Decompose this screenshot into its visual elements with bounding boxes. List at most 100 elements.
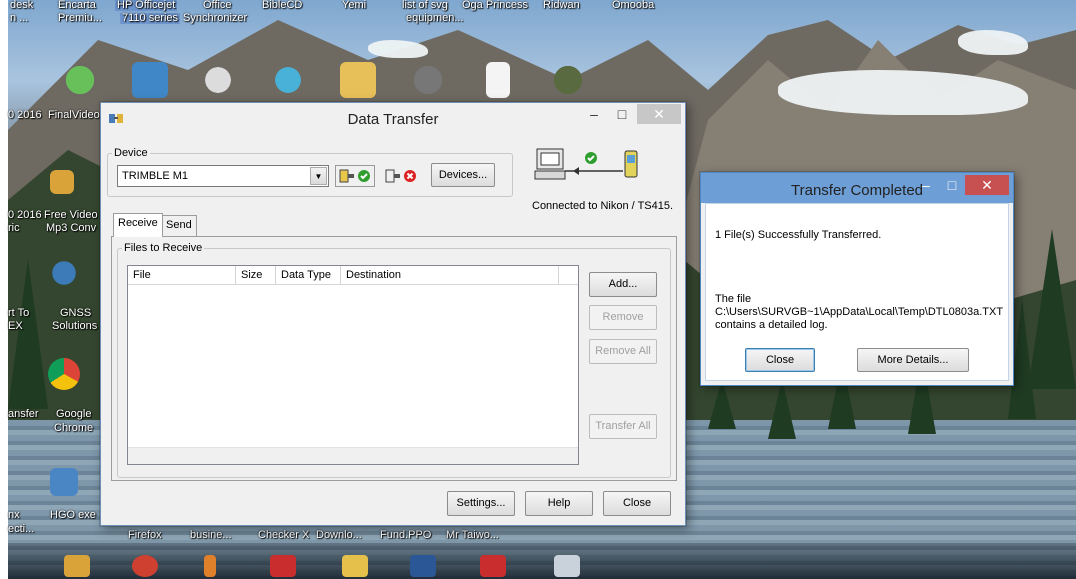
taskbar[interactable] bbox=[8, 543, 1076, 579]
desktop-icon-app[interactable] bbox=[118, 62, 182, 101]
desktop-icon-gnss[interactable] bbox=[44, 258, 84, 291]
desktop-label-yemi[interactable]: Yemi bbox=[342, 0, 366, 11]
data-transfer-titlebar[interactable]: Data Transfer – □ ✕ bbox=[101, 103, 685, 135]
desktop-label-desk[interactable]: desk bbox=[10, 0, 33, 11]
column-file[interactable]: File bbox=[128, 266, 236, 285]
desktop-label-finalvideo[interactable]: FinalVideo bbox=[48, 110, 100, 121]
desktop-label-mr-taiwo[interactable]: Mr Taiwo... bbox=[446, 530, 499, 541]
desktop-label-equipmen[interactable]: equipmen... bbox=[406, 13, 463, 24]
desktop-icon-chrome[interactable] bbox=[44, 358, 84, 393]
transfer-completed-dialog[interactable]: Transfer Completed – □ ✕ 1 File(s) Succe… bbox=[700, 172, 1014, 386]
desktop-label-omooba[interactable]: Omooba bbox=[612, 0, 654, 11]
files-list[interactable]: File Size Data Type Destination bbox=[127, 265, 579, 465]
chrome-icon bbox=[48, 358, 80, 390]
desktop-label-list-of-svg[interactable]: list of svg bbox=[402, 0, 448, 11]
files-list-scrollbar[interactable] bbox=[128, 447, 578, 464]
desktop-label-free-video[interactable]: Free Video bbox=[44, 210, 98, 221]
desktop-label-mp3-conv[interactable]: Mp3 Conv bbox=[46, 223, 96, 234]
desktop-icon-globe[interactable] bbox=[536, 62, 600, 101]
tab-send[interactable]: Send bbox=[161, 215, 197, 237]
add-button[interactable]: Add... bbox=[589, 272, 657, 297]
connection-status-text: Connected to Nikon / TS415. bbox=[532, 200, 674, 212]
close-button[interactable]: Close bbox=[603, 491, 671, 516]
transfer-completed-titlebar[interactable]: Transfer Completed – □ ✕ bbox=[701, 173, 1013, 203]
desktop-label-7110-series[interactable]: 7110 series bbox=[120, 13, 181, 24]
column-size[interactable]: Size bbox=[236, 266, 276, 285]
desktop-label-synchronizer[interactable]: Synchronizer bbox=[183, 13, 247, 24]
remove-button[interactable]: Remove bbox=[589, 305, 657, 330]
maximize-button[interactable]: □ bbox=[939, 175, 965, 195]
chevron-down-icon[interactable]: ▼ bbox=[310, 167, 327, 185]
desktop-label-google[interactable]: Google bbox=[56, 409, 91, 420]
tree bbox=[8, 259, 48, 409]
desktop-icon-refresh[interactable] bbox=[186, 62, 250, 101]
log-text-line1: The file bbox=[715, 293, 752, 305]
desktop-icon-folder[interactable] bbox=[326, 62, 390, 101]
desktop-label-premiu[interactable]: Premiu... bbox=[58, 13, 102, 24]
desktop-label-office[interactable]: Office bbox=[203, 0, 232, 11]
more-details-button[interactable]: More Details... bbox=[857, 348, 969, 372]
tab-receive[interactable]: Receive bbox=[113, 213, 163, 237]
desktop-label-fund-ppo[interactable]: Fund.PPO bbox=[380, 530, 431, 541]
column-filler bbox=[559, 266, 578, 285]
desktop-icon-search[interactable] bbox=[256, 62, 320, 101]
desktop-label-rt-to[interactable]: rt To bbox=[8, 308, 29, 319]
desktop-label-ecti[interactable]: ecti... bbox=[8, 524, 34, 535]
desktop-label-oga-princess[interactable]: Oga Princess bbox=[462, 0, 528, 11]
app-taskbar-icon[interactable] bbox=[64, 555, 90, 577]
device-group-label: Device bbox=[114, 147, 148, 159]
dialog-close-x-button[interactable]: ✕ bbox=[965, 175, 1009, 195]
help-button[interactable]: Help bbox=[525, 491, 593, 516]
desktop-label-ansfer[interactable]: ansfer bbox=[8, 409, 39, 420]
log-text-line3: contains a detailed log. bbox=[715, 319, 828, 331]
desktop-label-ex[interactable]: EX bbox=[8, 321, 23, 332]
desktop-label-ric[interactable]: ric bbox=[8, 223, 20, 234]
desktop-icon-download[interactable] bbox=[48, 62, 112, 101]
app-taskbar-icon[interactable] bbox=[342, 555, 368, 577]
desktop-label-encarta[interactable]: Encarta bbox=[58, 0, 96, 11]
app-icon bbox=[50, 170, 74, 194]
snow-patch bbox=[368, 40, 428, 58]
desktop-label-2016-b[interactable]: 0 2016 bbox=[8, 210, 42, 221]
pdf-icon[interactable] bbox=[480, 555, 506, 577]
window-close-button[interactable]: ✕ bbox=[637, 104, 681, 124]
desktop-label-firefox[interactable]: Firefox bbox=[128, 530, 162, 541]
column-data-type[interactable]: Data Type bbox=[276, 266, 341, 285]
maximize-button[interactable]: □ bbox=[609, 104, 635, 124]
transfer-all-button[interactable]: Transfer All bbox=[589, 414, 657, 439]
pdf-icon[interactable] bbox=[270, 555, 296, 577]
desktop-label-solutions[interactable]: Solutions bbox=[52, 321, 97, 332]
desktop-label-ridwan[interactable]: Ridwan bbox=[543, 0, 580, 11]
minimize-button[interactable]: – bbox=[581, 104, 607, 124]
desktop-label-biblecd[interactable]: BibleCD bbox=[262, 0, 302, 11]
desktop-label-downlo[interactable]: Downlo... bbox=[316, 530, 362, 541]
desktop-label-checker-x[interactable]: Checker X bbox=[258, 530, 309, 541]
desktop-icon-free-video[interactable] bbox=[42, 170, 82, 197]
devices-button[interactable]: Devices... bbox=[431, 163, 495, 187]
desktop-label-hp-officejet[interactable]: HP Officejet bbox=[115, 0, 178, 11]
desktop-label-hgo[interactable]: HGO exe bbox=[50, 510, 96, 521]
settings-button[interactable]: Settings... bbox=[447, 491, 515, 516]
column-destination[interactable]: Destination bbox=[341, 266, 559, 285]
remove-all-button[interactable]: Remove All bbox=[589, 339, 657, 364]
app-taskbar-icon[interactable] bbox=[204, 555, 216, 577]
device-select[interactable]: TRIMBLE M1 ▼ bbox=[117, 165, 329, 187]
desktop-label-2016-a[interactable]: 0 2016 bbox=[8, 110, 42, 121]
document-icon bbox=[486, 62, 510, 98]
desktop-icon-pro[interactable] bbox=[396, 62, 460, 101]
connect-device-icon[interactable] bbox=[335, 165, 375, 187]
desktop-label-n[interactable]: n ... bbox=[10, 13, 28, 24]
disconnect-device-icon[interactable] bbox=[381, 165, 421, 187]
data-transfer-window[interactable]: Data Transfer – □ ✕ Device TRIMBLE M1 ▼ … bbox=[100, 102, 686, 526]
dialog-close-button[interactable]: Close bbox=[745, 348, 815, 372]
desktop-label-nx[interactable]: nx bbox=[8, 510, 20, 521]
desktop-icon-hgo[interactable] bbox=[44, 468, 84, 499]
desktop-label-chrome[interactable]: Chrome bbox=[54, 423, 93, 434]
word-icon[interactable] bbox=[410, 555, 436, 577]
desktop-label-busine[interactable]: busine... bbox=[190, 530, 232, 541]
app-taskbar-icon[interactable] bbox=[132, 555, 158, 577]
app-taskbar-icon[interactable] bbox=[554, 555, 580, 577]
desktop-label-gnss[interactable]: GNSS bbox=[60, 308, 91, 319]
desktop-icon-document[interactable] bbox=[466, 62, 530, 101]
minimize-button[interactable]: – bbox=[913, 175, 939, 195]
